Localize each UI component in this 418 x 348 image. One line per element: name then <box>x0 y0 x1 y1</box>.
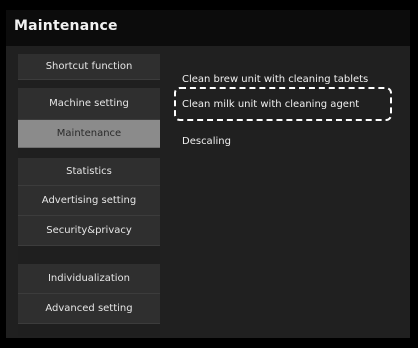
sidebar-item-label: Shortcut function <box>45 60 133 72</box>
sidebar-item-maintenance[interactable]: Maintenance <box>18 120 160 148</box>
option-label: Clean milk unit with cleaning agent <box>182 99 360 110</box>
sidebar-divider <box>18 246 160 264</box>
sidebar-item-individualization[interactable]: Individualization <box>18 264 160 294</box>
sidebar-item-machine-setting[interactable]: Machine setting <box>18 88 160 120</box>
option-descaling[interactable]: Descaling <box>182 136 231 147</box>
page-title: Maintenance <box>14 18 118 34</box>
sidebar-item-label: Maintenance <box>56 127 122 139</box>
sidebar-divider <box>18 80 160 88</box>
sidebar-item-label: Advertising setting <box>41 194 137 206</box>
screen: Maintenance Shortcut function Machine se… <box>0 0 418 348</box>
option-label: Clean brew unit with cleaning tablets <box>182 74 369 85</box>
sidebar-item-advertising-setting[interactable]: Advertising setting <box>18 186 160 216</box>
sidebar-item-statistics[interactable]: Statistics <box>18 158 160 186</box>
sidebar-item-shortcut-function[interactable]: Shortcut function <box>18 54 160 80</box>
sidebar-divider <box>18 324 160 336</box>
sidebar-item-advanced-setting[interactable]: Advanced setting <box>18 294 160 324</box>
content-area: Shortcut function Machine setting Mainte… <box>6 46 410 338</box>
option-clean-milk-unit[interactable]: Clean milk unit with cleaning agent <box>182 99 359 110</box>
sidebar-item-label: Machine setting <box>49 97 129 109</box>
option-label: Descaling <box>182 136 231 147</box>
sidebar-divider <box>18 148 160 158</box>
maintenance-options: Clean brew unit with cleaning tablets Cl… <box>170 54 410 336</box>
sidebar: Shortcut function Machine setting Mainte… <box>18 54 160 336</box>
sidebar-item-label: Individualization <box>47 272 130 284</box>
sidebar-item-label: Security&privacy <box>46 224 132 236</box>
title-bar: Maintenance <box>6 10 410 47</box>
sidebar-item-security-privacy[interactable]: Security&privacy <box>18 216 160 246</box>
option-clean-brew-unit[interactable]: Clean brew unit with cleaning tablets <box>182 74 368 85</box>
sidebar-item-label: Advanced setting <box>45 302 133 314</box>
sidebar-item-label: Statistics <box>66 165 112 177</box>
